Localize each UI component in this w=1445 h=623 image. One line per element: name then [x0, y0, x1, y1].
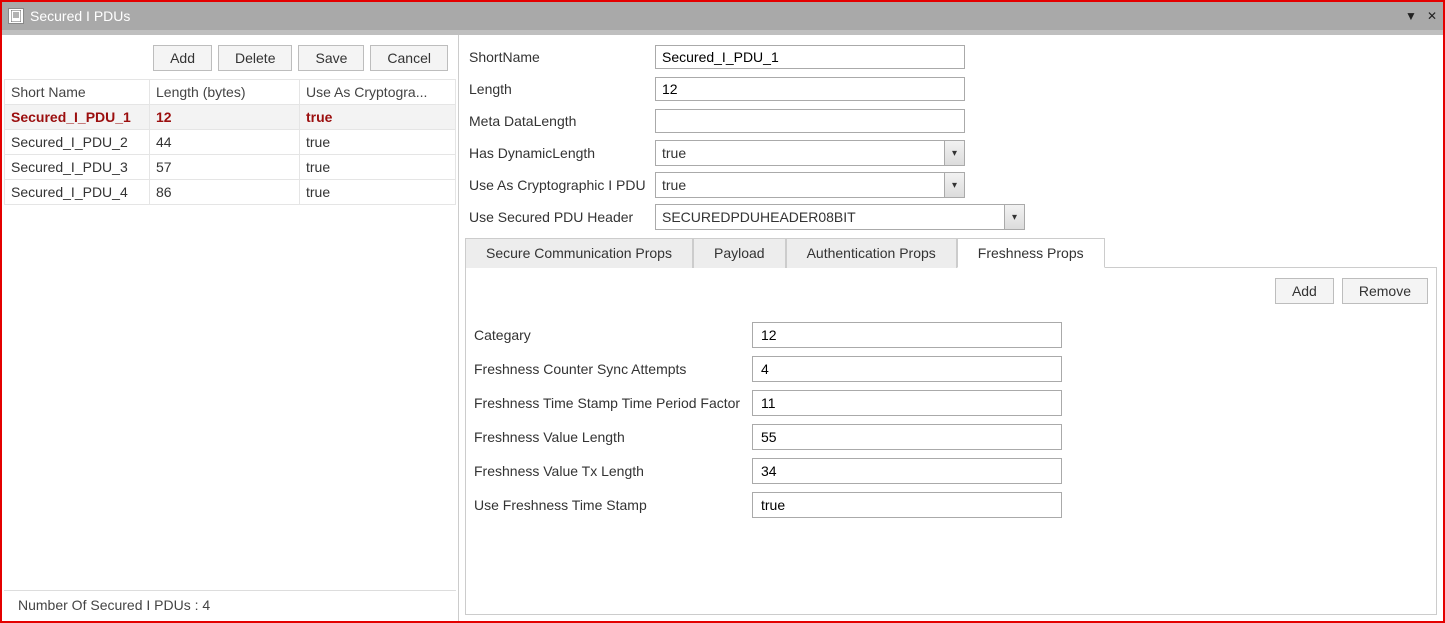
- col-short-name[interactable]: Short Name: [5, 80, 150, 105]
- sync-attempts-label: Freshness Counter Sync Attempts: [472, 361, 752, 377]
- use-sec-hdr-select[interactable]: SECUREDPDUHEADER08BIT ▾: [655, 204, 1025, 230]
- use-cryp-label: Use As Cryptographic I PDU: [465, 177, 655, 193]
- dropdown-icon[interactable]: ▼: [1405, 9, 1417, 23]
- close-icon[interactable]: ✕: [1427, 9, 1437, 23]
- cell-short-name: Secured_I_PDU_4: [5, 180, 150, 205]
- chevron-down-icon[interactable]: ▾: [1004, 205, 1024, 229]
- freshness-remove-button[interactable]: Remove: [1342, 278, 1428, 304]
- meta-length-label: Meta DataLength: [465, 113, 655, 129]
- use-sec-hdr-value: SECUREDPDUHEADER08BIT: [656, 205, 1004, 229]
- cell-use-cryp: true: [300, 130, 456, 155]
- meta-length-input[interactable]: [655, 109, 965, 133]
- tab-authentication-props[interactable]: Authentication Props: [786, 238, 957, 268]
- use-cryp-value: true: [656, 173, 944, 197]
- time-period-factor-label: Freshness Time Stamp Time Period Factor: [472, 395, 752, 411]
- tab-secure-comm-props[interactable]: Secure Communication Props: [465, 238, 693, 268]
- col-length[interactable]: Length (bytes): [150, 80, 300, 105]
- use-freshness-timestamp-label: Use Freshness Time Stamp: [472, 497, 752, 513]
- table-row[interactable]: Secured_I_PDU_1 12 true: [5, 105, 456, 130]
- time-period-factor-input[interactable]: [752, 390, 1062, 416]
- use-cryp-select[interactable]: true ▾: [655, 172, 965, 198]
- cell-use-cryp: true: [300, 105, 456, 130]
- length-input[interactable]: [655, 77, 965, 101]
- cell-use-cryp: true: [300, 155, 456, 180]
- tab-payload[interactable]: Payload: [693, 238, 786, 268]
- cell-length: 44: [150, 130, 300, 155]
- cell-use-cryp: true: [300, 180, 456, 205]
- has-dynamic-length-select[interactable]: true ▾: [655, 140, 965, 166]
- cell-length: 57: [150, 155, 300, 180]
- left-button-row: Add Delete Save Cancel: [4, 41, 456, 79]
- window-title: Secured I PDUs: [30, 8, 130, 24]
- use-sec-hdr-label: Use Secured PDU Header: [465, 209, 655, 225]
- tabpane-freshness: Add Remove Categary Freshness Counter Sy…: [465, 268, 1437, 615]
- delete-button[interactable]: Delete: [218, 45, 292, 71]
- tabs: Secure Communication Props Payload Authe…: [465, 237, 1437, 268]
- table-row[interactable]: Secured_I_PDU_4 86 true: [5, 180, 456, 205]
- freshness-value-tx-length-label: Freshness Value Tx Length: [472, 463, 752, 479]
- freshness-add-button[interactable]: Add: [1275, 278, 1334, 304]
- shortname-label: ShortName: [465, 49, 655, 65]
- cancel-button[interactable]: Cancel: [370, 45, 448, 71]
- left-pane: Add Delete Save Cancel Short Name Length…: [2, 35, 459, 621]
- table-row[interactable]: Secured_I_PDU_3 57 true: [5, 155, 456, 180]
- cell-short-name: Secured_I_PDU_3: [5, 155, 150, 180]
- shortname-input[interactable]: [655, 45, 965, 69]
- cell-short-name: Secured_I_PDU_2: [5, 130, 150, 155]
- freshness-value-length-label: Freshness Value Length: [472, 429, 752, 445]
- sync-attempts-input[interactable]: [752, 356, 1062, 382]
- use-freshness-timestamp-input[interactable]: [752, 492, 1062, 518]
- status-bar: Number Of Secured I PDUs : 4: [4, 590, 456, 619]
- cell-short-name: Secured_I_PDU_1: [5, 105, 150, 130]
- cell-length: 86: [150, 180, 300, 205]
- freshness-value-length-input[interactable]: [752, 424, 1062, 450]
- cell-length: 12: [150, 105, 300, 130]
- right-pane: ShortName Length Meta DataLength Has Dyn…: [459, 35, 1443, 621]
- category-label: Categary: [472, 327, 752, 343]
- table-row[interactable]: Secured_I_PDU_2 44 true: [5, 130, 456, 155]
- has-dynamic-length-value: true: [656, 141, 944, 165]
- pdu-table[interactable]: Short Name Length (bytes) Use As Cryptog…: [4, 79, 456, 205]
- has-dynamic-length-label: Has DynamicLength: [465, 145, 655, 161]
- save-button[interactable]: Save: [298, 45, 364, 71]
- app-window: Secured I PDUs ▼ ✕ Add Delete Save Cance…: [0, 0, 1445, 623]
- length-label: Length: [465, 81, 655, 97]
- chevron-down-icon[interactable]: ▾: [944, 173, 964, 197]
- titlebar: Secured I PDUs ▼ ✕: [2, 2, 1443, 30]
- chevron-down-icon[interactable]: ▾: [944, 141, 964, 165]
- category-input[interactable]: [752, 322, 1062, 348]
- document-icon: [8, 8, 24, 24]
- col-use-cryp[interactable]: Use As Cryptogra...: [300, 80, 456, 105]
- add-button[interactable]: Add: [153, 45, 212, 71]
- freshness-value-tx-length-input[interactable]: [752, 458, 1062, 484]
- tab-freshness-props[interactable]: Freshness Props: [957, 238, 1105, 268]
